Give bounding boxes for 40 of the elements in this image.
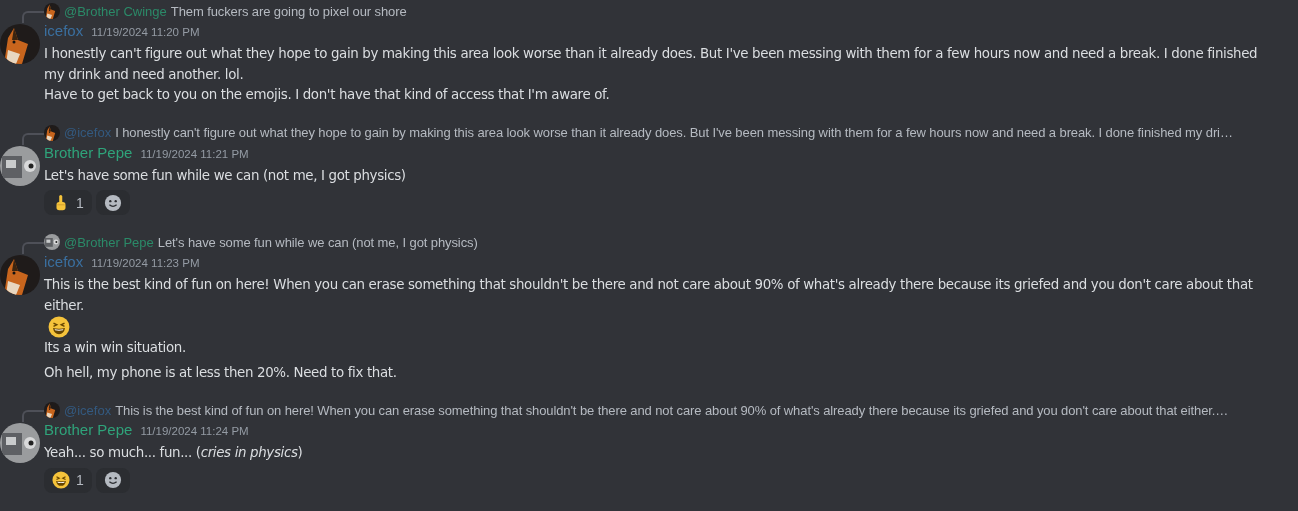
reply-avatar <box>44 124 60 141</box>
message-text: Its a win win situation. <box>44 339 187 357</box>
author-name[interactable]: icefox <box>44 22 84 39</box>
timestamp: 11/19/2024 11:20 PM <box>91 26 200 38</box>
avatar <box>0 255 40 295</box>
author-name[interactable]: Brother Pepe <box>44 143 133 161</box>
message-text: Have to get back to you on the emojis. I don't have that kind of access that I'm aware of. <box>44 86 611 104</box>
message-text: Yeah... so much... fun... (cries in physics) <box>44 444 304 462</box>
message-text: Let's have some fun while we can (not me, I got physics) <box>44 166 407 185</box>
add-reaction-button[interactable] <box>95 190 130 215</box>
reply-preview[interactable]: I honestly can't figure out what they hope to gain by making this area look worse than it already does. But I've been messing with them for a few hours now and need a break. I done finished my dri… <box>115 125 1233 140</box>
reaction-button[interactable]: 1 <box>44 190 92 215</box>
reply-preview[interactable]: Let's have some fun while we can (not me, I got physics) <box>157 234 478 250</box>
reply-mention[interactable]: @Brother Pepe <box>64 234 154 250</box>
message-text: Oh hell, my phone is at less then 20%. Need to fix that. <box>44 363 398 382</box>
author-name[interactable]: icefox <box>44 253 84 270</box>
timestamp: 11/19/2024 11:24 PM <box>140 425 249 437</box>
reply-connector <box>22 410 44 422</box>
reply-preview[interactable]: Them fuckers are going to pixel our shore <box>170 3 407 19</box>
reply-avatar <box>44 3 60 19</box>
avatar <box>0 24 40 64</box>
author-name[interactable]: Brother Pepe <box>44 421 133 438</box>
message-text: This is the best kind of fun on here! When you can erase something that shouldn't be there and not care about 90% of what's already there because its griefed and you don't care about that either. <box>44 276 1254 315</box>
reply-mention[interactable]: @Brother Cwinge <box>64 3 167 19</box>
reply-avatar <box>44 402 60 418</box>
avatar <box>0 423 40 463</box>
reply-connector <box>22 242 44 254</box>
smiley-icon <box>103 471 122 489</box>
reply-preview[interactable]: This is the best kind of fun on here! When you can erase something that shouldn't be there and not care about 90% of what's already there because its griefed and you don't care about that either.… <box>115 402 1229 418</box>
reply-avatar <box>44 234 60 250</box>
reaction-button[interactable]: 1 <box>44 467 92 493</box>
laughing-emoji-icon <box>52 471 70 489</box>
laughing-emoji-icon <box>48 316 70 338</box>
message-text: I honestly can't figure out what they hope to gain by making this area look worse than it already does. But I've been messing with them for a few hours now and need a break. I done finished my drink and need another. lol. <box>44 45 1259 84</box>
timestamp: 11/19/2024 11:23 PM <box>91 257 200 269</box>
add-reaction-button[interactable] <box>95 467 130 493</box>
timestamp: 11/19/2024 11:21 PM <box>140 147 249 160</box>
smiley-icon <box>103 193 122 212</box>
avatar <box>0 145 40 186</box>
reply-connector <box>22 11 44 23</box>
